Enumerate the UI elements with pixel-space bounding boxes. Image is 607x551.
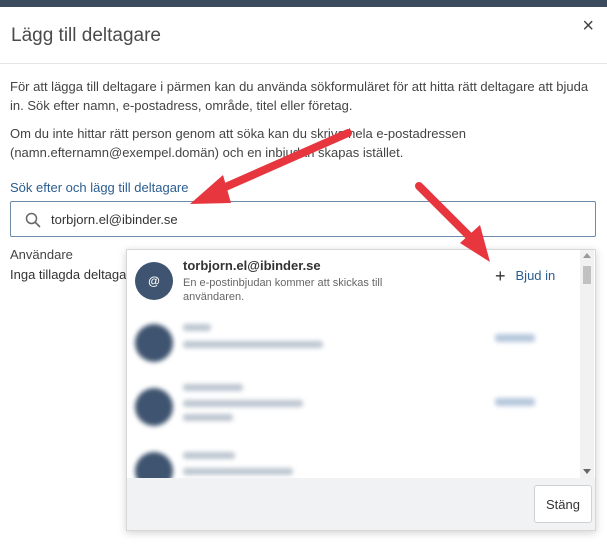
plus-icon: + [495, 266, 506, 286]
search-field[interactable] [10, 201, 596, 237]
top-accent-bar [0, 0, 607, 7]
dialog-title: Lägg till deltagare [11, 25, 161, 46]
scroll-thumb[interactable] [583, 266, 591, 284]
invite-result-item[interactable]: @ torbjorn.el@ibinder.se En e-postinbjud… [127, 250, 582, 310]
header-divider [0, 63, 607, 64]
scroll-down-icon[interactable] [583, 469, 591, 474]
no-users-text: Inga tillagda deltagare [10, 267, 138, 282]
results-scrollbar[interactable] [580, 250, 594, 478]
close-button[interactable]: Stäng [534, 485, 592, 523]
avatar [135, 388, 173, 426]
dropdown-footer: Stäng [127, 478, 595, 530]
search-results-dropdown: @ torbjorn.el@ibinder.se En e-postinbjud… [126, 249, 596, 531]
invite-action-blurred [495, 398, 535, 406]
search-input[interactable] [51, 210, 571, 228]
users-section-label: Användare [10, 247, 73, 262]
results-list: @ torbjorn.el@ibinder.se En e-postinbjud… [127, 250, 582, 478]
invite-label: Bjud in [515, 268, 556, 283]
intro-paragraph-1: För att lägga till deltagare i pärmen ka… [10, 79, 589, 113]
scroll-up-icon[interactable] [583, 253, 591, 258]
email-avatar: @ [135, 262, 173, 300]
intro-paragraph-2: Om du inte hittar rätt person genom att … [10, 126, 466, 160]
search-label: Sök efter och lägg till deltagare [10, 180, 189, 195]
invite-email: torbjorn.el@ibinder.se [183, 258, 321, 273]
invite-button[interactable]: + Bjud in [495, 266, 555, 287]
blurred-result-item[interactable] [127, 312, 582, 368]
blurred-result-item[interactable] [127, 440, 582, 478]
invite-description: En e-postinbjudan kommer att skickas til… [183, 277, 383, 303]
invite-action-blurred [495, 334, 535, 342]
avatar [135, 452, 173, 478]
search-icon [25, 212, 41, 228]
avatar [135, 324, 173, 362]
close-icon[interactable]: × [582, 16, 594, 36]
blurred-result-item[interactable] [127, 376, 582, 432]
